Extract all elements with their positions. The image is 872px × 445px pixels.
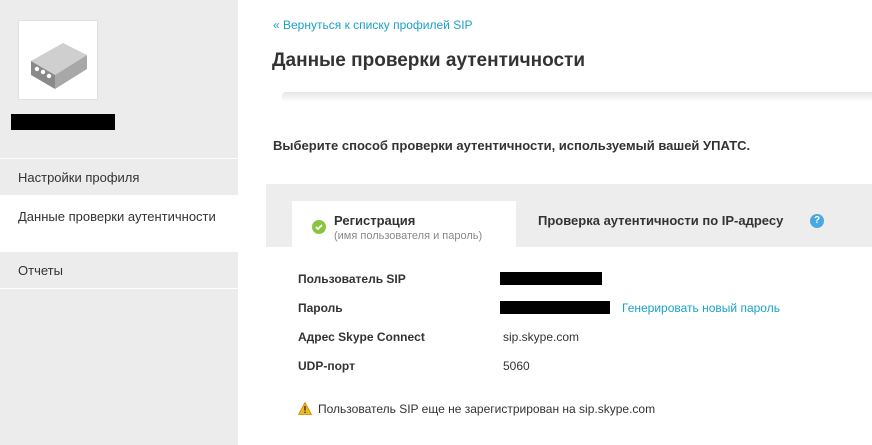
password-label: Пароль	[298, 301, 343, 315]
instruction-text: Выберите способ проверки аутентичности, …	[273, 138, 751, 153]
sidebar-item-reports[interactable]: Отчеты	[0, 252, 238, 289]
udp-port-value: 5060	[503, 359, 530, 373]
divider	[282, 92, 872, 102]
check-circle-icon	[312, 220, 326, 234]
page-title: Данные проверки аутентичности	[272, 50, 585, 71]
main-content: « Вернуться к списку профилей SIP Данные…	[238, 0, 872, 445]
auth-method-tabs: Регистрация (имя пользователя и пароль) …	[266, 184, 872, 247]
warning-icon	[297, 401, 313, 415]
tab-registration[interactable]: Регистрация (имя пользователя и пароль)	[292, 201, 516, 247]
sidebar-nav: Настройки профиля Данные проверки аутент…	[0, 158, 238, 289]
generate-password-link[interactable]: Генерировать новый пароль	[622, 301, 780, 315]
address-value: sip.skype.com	[503, 330, 580, 344]
tab-ip-authentication[interactable]: Проверка аутентичности по IP-адресу	[538, 213, 783, 228]
address-label: Адрес Skype Connect	[298, 330, 425, 344]
back-to-profiles-link[interactable]: « Вернуться к списку профилей SIP	[273, 18, 473, 32]
udp-port-label: UDP-порт	[298, 359, 355, 373]
help-icon[interactable]: ?	[810, 214, 824, 228]
tab-registration-title: Регистрация	[334, 213, 416, 228]
sidebar: Настройки профиля Данные проверки аутент…	[0, 0, 238, 445]
profile-name-redacted	[11, 114, 115, 130]
sidebar-item-profile-settings[interactable]: Настройки профиля	[0, 159, 238, 196]
sip-user-label: Пользователь SIP	[298, 272, 406, 286]
sidebar-item-authentication-data[interactable]: Данные проверки аутентичности	[0, 196, 238, 252]
sip-user-value-redacted	[500, 272, 602, 285]
sip-device-icon	[18, 20, 98, 100]
registration-warning-text: Пользователь SIP еще не зарегистрирован …	[318, 402, 656, 416]
tab-registration-subtitle: (имя пользователя и пароль)	[334, 230, 483, 242]
password-value-redacted	[500, 301, 610, 314]
